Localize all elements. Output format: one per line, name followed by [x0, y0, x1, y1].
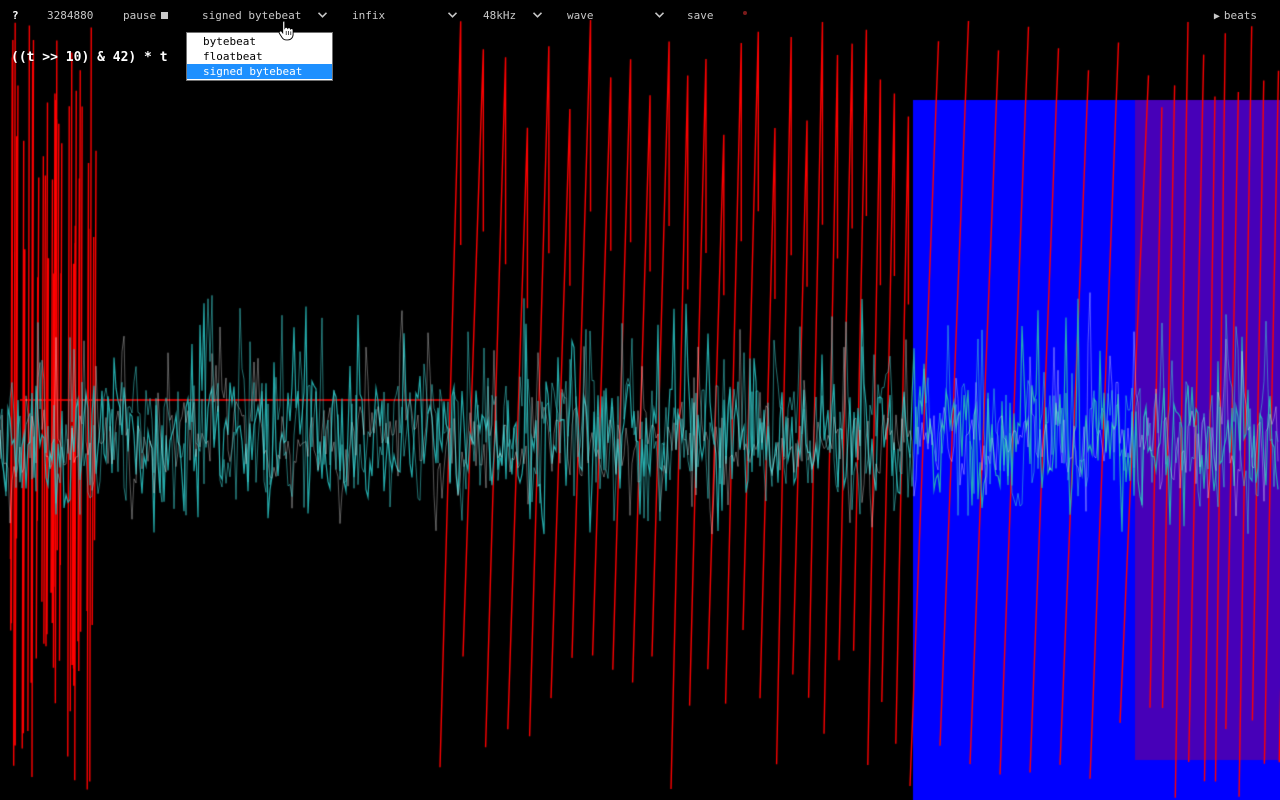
chevron-down-icon [533, 12, 542, 18]
pause-label: pause [123, 9, 157, 22]
chevron-down-icon [655, 12, 664, 18]
beats-label: beats [1223, 9, 1257, 22]
stop-square-icon [161, 12, 169, 19]
syntax-select-value: infix [352, 9, 386, 22]
view-select[interactable]: wave [567, 9, 665, 25]
code-editor[interactable]: ((t >> 10) & 42) * t [11, 50, 168, 65]
help-button[interactable]: ? [12, 9, 19, 25]
mode-dropdown-list: bytebeat floatbeat signed bytebeat [186, 32, 333, 81]
bytebeat-app: ? 3284880 pause signed bytebeat infix 48… [0, 0, 1280, 800]
mode-option-floatbeat[interactable]: floatbeat [187, 49, 332, 64]
toolbar: ? 3284880 pause signed bytebeat infix 48… [0, 0, 1280, 32]
save-button[interactable]: save [687, 9, 714, 25]
mode-select[interactable]: signed bytebeat [202, 9, 328, 25]
pause-button[interactable]: pause [123, 9, 169, 25]
mode-option-signed-bytebeat[interactable]: signed bytebeat [187, 64, 332, 79]
play-icon: ▶ [1213, 11, 1220, 22]
syntax-select[interactable]: infix [352, 9, 458, 25]
waveform-visualizer[interactable] [0, 0, 1280, 800]
chevron-down-icon [318, 12, 327, 18]
status-dot-icon [743, 11, 747, 15]
chevron-down-icon [448, 12, 457, 18]
hand-pointer-cursor-icon [278, 19, 294, 41]
time-counter[interactable]: 3284880 [47, 9, 93, 25]
sample-rate-select[interactable]: 48kHz [483, 9, 543, 25]
view-select-value: wave [567, 9, 594, 22]
beats-link[interactable]: ▶ beats [1214, 9, 1257, 25]
mode-option-bytebeat[interactable]: bytebeat [187, 34, 332, 49]
sample-rate-select-value: 48kHz [483, 9, 517, 22]
